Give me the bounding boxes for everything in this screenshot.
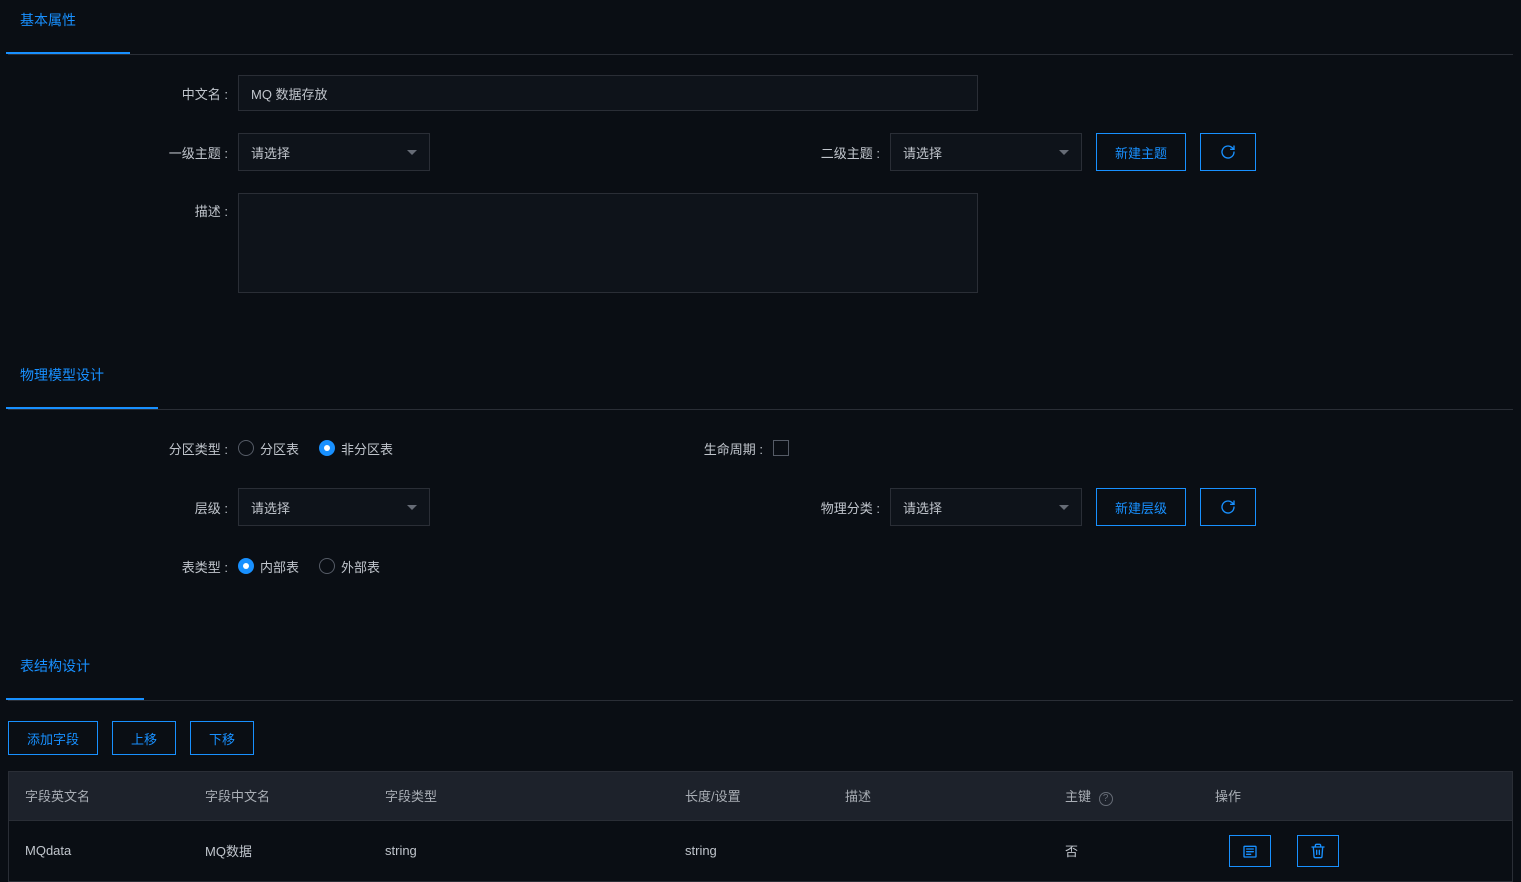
th-pk: 主键 ? — [1065, 786, 1215, 806]
cell-field-en: MQdata — [25, 843, 205, 858]
section-physical-model: 物理模型设计 — [8, 355, 1513, 410]
chinese-name-input[interactable] — [238, 75, 978, 111]
label-table-type: 表类型 : — [8, 557, 238, 576]
chevron-down-icon — [407, 505, 417, 510]
th-field-en: 字段英文名 — [25, 786, 205, 806]
th-length: 长度/设置 — [685, 786, 845, 806]
label-secondary-topic: 二级主题 : — [430, 143, 890, 162]
section-table-structure: 表结构设计 — [8, 646, 1513, 701]
th-field-type: 字段类型 — [385, 786, 685, 806]
chevron-down-icon — [407, 150, 417, 155]
help-icon[interactable]: ? — [1099, 792, 1113, 806]
section-basic-attributes: 基本属性 — [8, 0, 1513, 55]
label-primary-topic: 一级主题 : — [8, 143, 238, 162]
description-textarea[interactable] — [238, 193, 978, 293]
section-basic-title: 基本属性 — [20, 10, 76, 40]
label-partition-type: 分区类型 : — [8, 439, 238, 458]
physical-category-value: 请选择 — [903, 498, 942, 517]
physical-category-select[interactable]: 请选择 — [890, 488, 1082, 526]
radio-partition-label: 分区表 — [260, 439, 299, 458]
radio-internal-table[interactable]: 内部表 — [238, 557, 299, 576]
edit-row-button[interactable] — [1229, 835, 1271, 867]
label-lifecycle: 生命周期 : — [393, 439, 773, 458]
cell-pk: 否 — [1065, 841, 1215, 860]
chevron-down-icon — [1059, 505, 1069, 510]
level-select[interactable]: 请选择 — [238, 488, 430, 526]
th-field-cn: 字段中文名 — [205, 786, 385, 806]
secondary-topic-value: 请选择 — [903, 143, 942, 162]
add-field-button[interactable]: 添加字段 — [8, 721, 98, 755]
lifecycle-checkbox[interactable] — [773, 440, 789, 456]
cell-field-type: string — [385, 843, 685, 858]
new-topic-button[interactable]: 新建主题 — [1096, 133, 1186, 171]
label-level: 层级 : — [8, 498, 238, 517]
cell-field-cn: MQ数据 — [205, 841, 385, 860]
cell-length: string — [685, 843, 845, 858]
label-chinese-name: 中文名 : — [8, 84, 238, 103]
radio-partition-table[interactable]: 分区表 — [238, 439, 299, 458]
secondary-topic-select[interactable]: 请选择 — [890, 133, 1082, 171]
radio-icon — [319, 558, 335, 574]
edit-icon — [1242, 843, 1258, 859]
trash-icon — [1310, 843, 1326, 859]
fields-table: 字段英文名 字段中文名 字段类型 长度/设置 描述 主键 ? 操作 MQdata… — [8, 771, 1513, 882]
refresh-topic-button[interactable] — [1200, 133, 1256, 171]
refresh-level-button[interactable] — [1200, 488, 1256, 526]
primary-topic-value: 请选择 — [251, 143, 290, 162]
label-description: 描述 : — [8, 193, 238, 220]
move-down-button[interactable]: 下移 — [190, 721, 254, 755]
delete-row-button[interactable] — [1297, 835, 1339, 867]
section-structure-title: 表结构设计 — [20, 656, 90, 686]
level-value: 请选择 — [251, 498, 290, 517]
radio-icon — [319, 440, 335, 456]
table-header-row: 字段英文名 字段中文名 字段类型 长度/设置 描述 主键 ? 操作 — [9, 772, 1512, 820]
move-up-button[interactable]: 上移 — [112, 721, 176, 755]
radio-non-partition-table[interactable]: 非分区表 — [319, 439, 393, 458]
refresh-icon — [1220, 499, 1236, 515]
radio-non-partition-label: 非分区表 — [341, 439, 393, 458]
new-level-button[interactable]: 新建层级 — [1096, 488, 1186, 526]
section-physical-title: 物理模型设计 — [20, 365, 104, 395]
refresh-icon — [1220, 144, 1236, 160]
radio-external-label: 外部表 — [341, 557, 380, 576]
radio-icon — [238, 440, 254, 456]
th-action: 操作 — [1215, 786, 1496, 806]
radio-internal-label: 内部表 — [260, 557, 299, 576]
radio-external-table[interactable]: 外部表 — [319, 557, 380, 576]
label-physical-category: 物理分类 : — [430, 498, 890, 517]
radio-icon — [238, 558, 254, 574]
chevron-down-icon — [1059, 150, 1069, 155]
th-desc: 描述 — [845, 786, 1065, 806]
table-row[interactable]: MQdata MQ数据 string string 否 — [9, 820, 1512, 881]
primary-topic-select[interactable]: 请选择 — [238, 133, 430, 171]
